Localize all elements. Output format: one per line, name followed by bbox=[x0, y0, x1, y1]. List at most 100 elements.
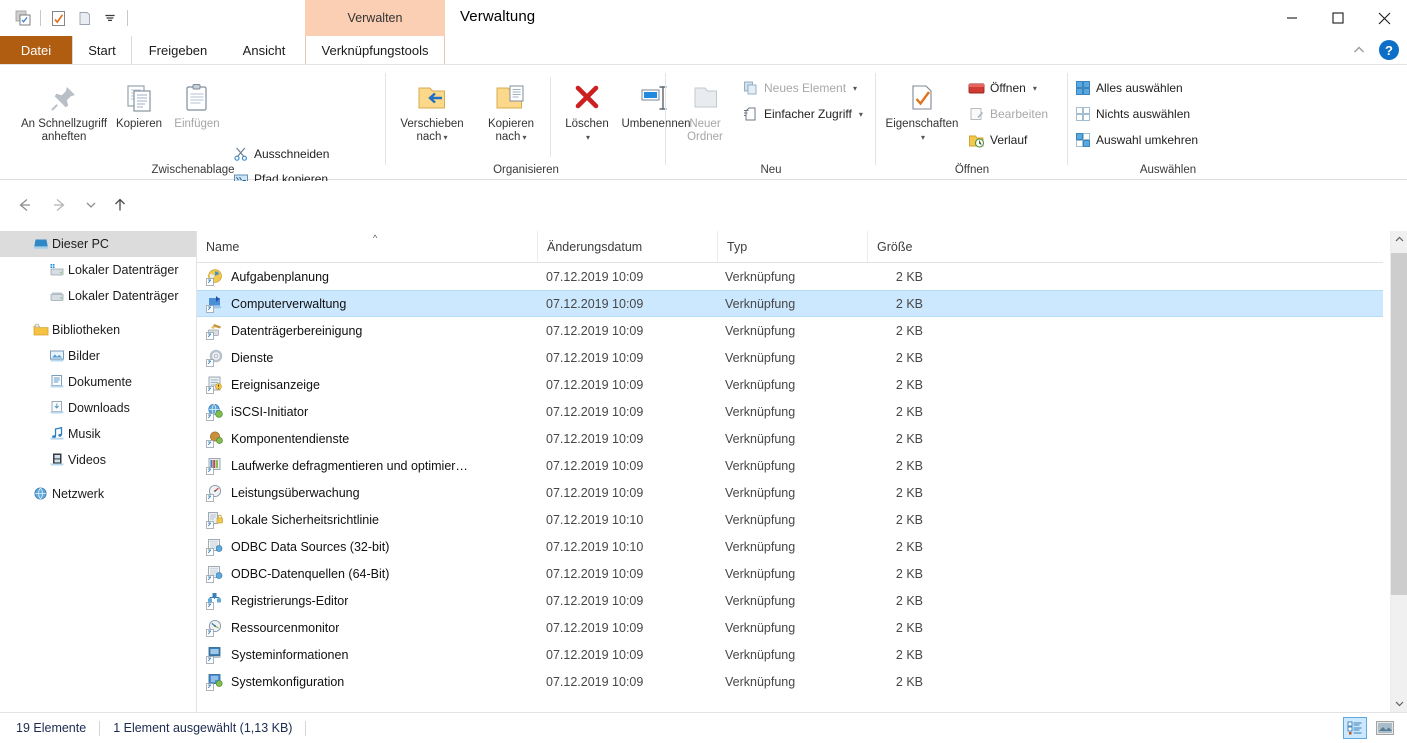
ribbon-button-label-line2: anheften bbox=[41, 131, 87, 143]
ribbon-button-kopieren[interactable]: Kopieren bbox=[110, 73, 168, 131]
table-row[interactable]: Ressourcenmonitor 07.12.2019 10:09 Verkn… bbox=[197, 614, 1383, 641]
ribbon-button-loeschen[interactable]: Löschen ▾ bbox=[556, 73, 618, 144]
ribbon-button-kopieren-nach[interactable]: Kopieren nach ▾ bbox=[476, 73, 546, 144]
paste-icon bbox=[180, 73, 214, 115]
tab-ansicht[interactable]: Ansicht bbox=[224, 36, 304, 65]
file-name-cell: Computerverwaltung bbox=[206, 295, 346, 313]
table-row[interactable]: Komponentendienste 07.12.2019 10:09 Verk… bbox=[197, 425, 1383, 452]
ribbon-button-bearbeiten[interactable]: Bearbeiten bbox=[968, 103, 1048, 125]
sidebar-item-videos[interactable]: Videos bbox=[0, 447, 196, 473]
sidebar-item-dieser-pc[interactable]: Dieser PC bbox=[0, 231, 196, 257]
forward-button[interactable] bbox=[46, 191, 74, 219]
scroll-down-arrow-icon[interactable] bbox=[1391, 695, 1407, 712]
ribbon-group-auswaehlen: Alles auswählen Nichts auswählen Auswahl… bbox=[1068, 65, 1268, 180]
table-row[interactable]: Registrierungs-Editor 07.12.2019 10:09 V… bbox=[197, 587, 1383, 614]
table-row[interactable]: iSCSI-Initiator 07.12.2019 10:09 Verknüp… bbox=[197, 398, 1383, 425]
sidebar-item-lokaler-datentraeger-c[interactable]: Lokaler Datenträger bbox=[0, 257, 196, 283]
ribbon-button-einfuegen[interactable]: Einfügen bbox=[168, 73, 226, 131]
scroll-up-arrow-icon[interactable] bbox=[1391, 231, 1407, 248]
large-icons-view-button[interactable] bbox=[1373, 717, 1397, 739]
column-header-name[interactable]: ^ Name bbox=[197, 231, 537, 262]
vertical-scrollbar[interactable] bbox=[1390, 231, 1407, 712]
close-button[interactable] bbox=[1361, 0, 1407, 36]
sidebar-item-downloads[interactable]: Downloads bbox=[0, 395, 196, 421]
file-size-cell: 2 KB bbox=[895, 458, 923, 473]
file-date-cell: 07.12.2019 10:09 bbox=[546, 431, 644, 446]
table-row[interactable]: Dienste 07.12.2019 10:09 Verknüpfung 2 K… bbox=[197, 344, 1383, 371]
ribbon-group-oeffnen: Eigenschaften ▾ Öffnen ▾ Bearbeiten Verl… bbox=[876, 65, 1068, 180]
ribbon-button-label: Auswahl umkehren bbox=[1096, 133, 1199, 147]
sidebar-item-bibliotheken[interactable]: Bibliotheken bbox=[0, 317, 196, 343]
file-date-cell: 07.12.2019 10:09 bbox=[546, 593, 644, 608]
sidebar-item-bilder[interactable]: Bilder bbox=[0, 343, 196, 369]
ribbon-button-label-line1: Kopieren bbox=[487, 118, 535, 130]
table-row[interactable]: Systeminformationen 07.12.2019 10:09 Ver… bbox=[197, 641, 1383, 668]
file-size-cell: 2 KB bbox=[895, 377, 923, 392]
title-bar: Verwalten Verwaltung bbox=[0, 0, 1407, 36]
table-row[interactable]: ODBC Data Sources (32-bit) 07.12.2019 10… bbox=[197, 533, 1383, 560]
file-name-cell: Ressourcenmonitor bbox=[206, 619, 339, 637]
ribbon-subgroup-divider bbox=[550, 77, 551, 157]
computer-management-icon bbox=[206, 295, 224, 313]
qat-undo-icon[interactable] bbox=[71, 6, 97, 30]
table-row[interactable]: Laufwerke defragmentieren und optimier… … bbox=[197, 452, 1383, 479]
ribbon-button-verlauf[interactable]: Verlauf bbox=[968, 129, 1027, 151]
column-header-groesse[interactable]: Größe bbox=[867, 231, 997, 262]
sidebar-item-lokaler-datentraeger-d[interactable]: Lokaler Datenträger bbox=[0, 283, 196, 309]
up-button[interactable] bbox=[106, 191, 134, 219]
sidebar-item-netzwerk[interactable]: Netzwerk bbox=[0, 481, 196, 507]
column-header-typ[interactable]: Typ bbox=[717, 231, 867, 262]
column-headers: ^ Name Änderungsdatum Typ Größe bbox=[197, 231, 1383, 263]
table-row[interactable]: Aufgabenplanung 07.12.2019 10:09 Verknüp… bbox=[197, 263, 1383, 290]
file-size-cell: 2 KB bbox=[895, 323, 923, 338]
ribbon-button-label: Kopieren bbox=[115, 118, 163, 130]
ribbon-button-an-schnellzugriff-anheften[interactable]: An Schnellzugriff anheften bbox=[18, 73, 110, 144]
network-icon bbox=[30, 486, 52, 502]
table-row[interactable]: Computerverwaltung 07.12.2019 10:09 Verk… bbox=[197, 290, 1383, 317]
tab-start[interactable]: Start bbox=[72, 36, 132, 65]
selection-info-label: 1 Element ausgewählt (1,13 KB) bbox=[113, 721, 293, 735]
sidebar-item-dokumente[interactable]: Dokumente bbox=[0, 369, 196, 395]
sidebar-item-musik[interactable]: Musik bbox=[0, 421, 196, 447]
details-view-button[interactable] bbox=[1343, 717, 1367, 739]
table-row[interactable]: Leistungsüberwachung 07.12.2019 10:09 Ve… bbox=[197, 479, 1383, 506]
back-button[interactable] bbox=[10, 191, 38, 219]
table-row[interactable]: Systemkonfiguration 07.12.2019 10:09 Ver… bbox=[197, 668, 1383, 695]
column-header-aenderungsdatum[interactable]: Änderungsdatum bbox=[537, 231, 717, 262]
ribbon-button-oeffnen[interactable]: Öffnen ▾ bbox=[968, 77, 1037, 99]
music-icon bbox=[46, 426, 68, 442]
ribbon-button-ausschneiden[interactable]: Ausschneiden bbox=[232, 143, 329, 165]
help-button[interactable]: ? bbox=[1379, 40, 1399, 60]
ribbon-button-eigenschaften[interactable]: Eigenschaften ▾ bbox=[880, 73, 964, 144]
ribbon-button-auswahl-umkehren[interactable]: Auswahl umkehren bbox=[1074, 129, 1198, 151]
table-row[interactable]: Datenträgerbereinigung 07.12.2019 10:09 … bbox=[197, 317, 1383, 344]
file-type-cell: Verknüpfung bbox=[725, 566, 796, 581]
scrollbar-thumb[interactable] bbox=[1391, 253, 1407, 595]
table-row[interactable]: ODBC-Datenquellen (64-Bit) 07.12.2019 10… bbox=[197, 560, 1383, 587]
ribbon-button-einfacher-zugriff[interactable]: Einfacher Zugriff ▾ bbox=[742, 103, 863, 125]
maximize-button[interactable] bbox=[1315, 0, 1361, 36]
file-list-pane: ^ Name Änderungsdatum Typ Größe Aufgaben… bbox=[197, 231, 1383, 712]
file-date-cell: 07.12.2019 10:09 bbox=[546, 323, 644, 338]
tab-verknuepfungstools[interactable]: Verknüpfungstools bbox=[305, 36, 445, 65]
ribbon-button-verschieben-nach[interactable]: Verschieben nach ▾ bbox=[390, 73, 474, 144]
qat-properties-icon[interactable] bbox=[10, 6, 36, 30]
ribbon-button-nichts-auswaehlen[interactable]: Nichts auswählen bbox=[1074, 103, 1190, 125]
recent-locations-dropdown[interactable] bbox=[80, 191, 102, 219]
collapse-ribbon-chevron-up-icon[interactable] bbox=[1351, 42, 1367, 58]
qat-new-folder-icon[interactable] bbox=[45, 6, 71, 30]
ribbon-button-alles-auswaehlen[interactable]: Alles auswählen bbox=[1074, 77, 1183, 99]
file-date-cell: 07.12.2019 10:09 bbox=[546, 620, 644, 635]
ribbon-button-neues-element[interactable]: Neues Element ▾ bbox=[742, 77, 857, 99]
tab-freigeben[interactable]: Freigeben bbox=[132, 36, 224, 65]
minimize-button[interactable] bbox=[1269, 0, 1315, 36]
window-controls bbox=[1269, 0, 1407, 36]
ribbon-button-neuer-ordner[interactable]: Neuer Ordner bbox=[672, 73, 738, 144]
tab-datei[interactable]: Datei bbox=[0, 36, 72, 65]
file-type-cell: Verknüpfung bbox=[725, 458, 796, 473]
ribbon: An Schnellzugriff anheften Kopieren Einf… bbox=[0, 65, 1407, 211]
table-row[interactable]: Lokale Sicherheitsrichtlinie 07.12.2019 … bbox=[197, 506, 1383, 533]
table-row[interactable]: Ereignisanzeige 07.12.2019 10:09 Verknüp… bbox=[197, 371, 1383, 398]
qat-customize-dropdown-icon[interactable] bbox=[97, 6, 123, 30]
